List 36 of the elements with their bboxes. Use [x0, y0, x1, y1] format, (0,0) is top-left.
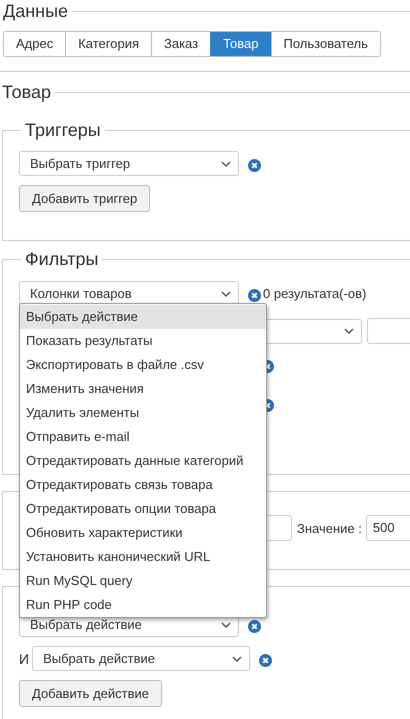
- menu-item[interactable]: Run MySQL query: [20, 569, 266, 593]
- caret-icon: [344, 328, 354, 334]
- input-field[interactable]: [367, 318, 410, 344]
- caret-icon: [221, 160, 231, 166]
- menu-item[interactable]: Установить канонический URL: [20, 545, 266, 569]
- result-count: 0 результата(-ов): [263, 286, 366, 301]
- select-field[interactable]: Выбрать действие: [32, 646, 250, 671]
- menu-item[interactable]: Обновить характеристики: [20, 521, 266, 545]
- menu-item[interactable]: Выбрать действие: [20, 305, 266, 329]
- menu-item[interactable]: Отправить e-mail: [20, 425, 266, 449]
- select-field[interactable]: Выбрать триггер: [19, 151, 239, 176]
- fieldset-legend: Фильтры: [21, 249, 102, 270]
- menu-item[interactable]: Отредактировать данные категорий: [20, 449, 266, 473]
- value-field[interactable]: 500: [366, 515, 410, 541]
- section-title: Товар: [2, 82, 51, 102]
- value-label: Значение :: [297, 520, 362, 536]
- section-title: Данные: [3, 0, 68, 22]
- caret-icon: [221, 290, 231, 296]
- tab[interactable]: Пользователь: [270, 32, 380, 56]
- caret-icon: [221, 622, 231, 628]
- menu-item[interactable]: Отредактировать опции товара: [20, 497, 266, 521]
- fieldset-legend: Триггеры: [21, 120, 105, 141]
- caret-icon: [232, 656, 242, 662]
- remove-icon[interactable]: [259, 654, 272, 667]
- add-trigger-button[interactable]: Добавить триггер: [19, 185, 150, 212]
- menu-item[interactable]: Экспортировать в файле .csv: [20, 353, 266, 377]
- remove-icon[interactable]: [248, 289, 261, 302]
- add-action-button[interactable]: Добавить действие: [19, 680, 162, 707]
- remove-icon[interactable]: [248, 620, 261, 633]
- menu-item[interactable]: Показать результаты: [20, 329, 266, 353]
- menu-item[interactable]: Удалить элементы: [20, 401, 266, 425]
- menu-item[interactable]: Отредактировать связь товара: [20, 473, 266, 497]
- menu-item[interactable]: Изменить значения: [20, 377, 266, 401]
- connector-label: И: [19, 650, 30, 666]
- tab[interactable]: Товар: [210, 32, 270, 56]
- remove-icon[interactable]: [248, 159, 261, 172]
